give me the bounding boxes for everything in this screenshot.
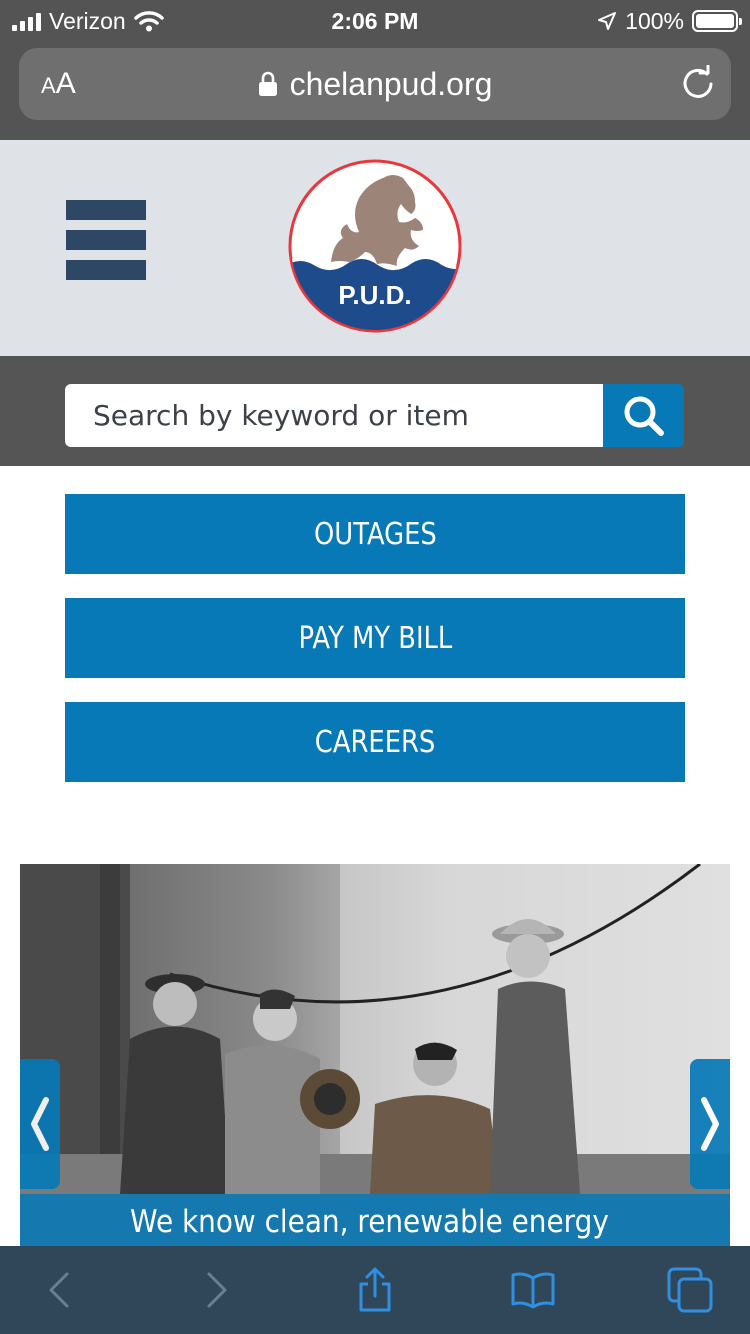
pay-my-bill-button[interactable]: PAY MY BILL xyxy=(65,598,685,678)
battery-icon xyxy=(692,10,742,32)
hero-slider[interactable]: We know clean, renewable energy xyxy=(20,864,730,1246)
battery-percent: 100% xyxy=(625,7,684,34)
share-icon xyxy=(359,1267,391,1312)
site-header: P.U.D. xyxy=(0,140,750,356)
location-arrow-icon xyxy=(598,12,617,30)
slider-prev-button[interactable] xyxy=(20,1059,60,1189)
pud-logo[interactable]: P.U.D. xyxy=(287,158,463,334)
status-right-group: 100% xyxy=(597,6,742,36)
tabs-icon xyxy=(667,1267,713,1313)
bookmarks-button[interactable] xyxy=(509,1266,557,1314)
lock-icon xyxy=(258,71,277,96)
search-strip xyxy=(0,356,750,466)
reload-icon[interactable] xyxy=(679,65,717,103)
careers-button[interactable]: CAREERS xyxy=(65,702,685,782)
outages-button[interactable]: OUTAGES xyxy=(65,494,685,574)
search-icon xyxy=(624,396,664,436)
forward-icon xyxy=(207,1272,227,1308)
search-input[interactable] xyxy=(65,384,605,447)
hero-photo xyxy=(20,864,730,1246)
address-bar[interactable]: AA chelanpud.org xyxy=(19,48,731,120)
share-button[interactable] xyxy=(351,1266,399,1314)
back-icon xyxy=(49,1272,69,1308)
battery-fill xyxy=(696,14,734,28)
search-button[interactable] xyxy=(603,384,684,447)
url-text: chelanpud.org xyxy=(289,65,493,102)
back-button[interactable] xyxy=(36,1266,84,1314)
tabs-button[interactable] xyxy=(666,1266,714,1314)
slider-caption: We know clean, renewable energy xyxy=(130,1204,609,1240)
browser-chrome-top: AA chelanpud.org xyxy=(0,40,750,140)
url-display[interactable]: chelanpud.org xyxy=(19,48,731,120)
slider-caption-bar: We know clean, renewable energy xyxy=(20,1194,730,1246)
chevron-left-icon xyxy=(31,1097,49,1151)
slider-next-button[interactable] xyxy=(690,1059,730,1189)
browser-toolbar xyxy=(0,1246,750,1334)
chevron-right-icon xyxy=(701,1097,719,1151)
bookmarks-icon xyxy=(511,1272,555,1309)
status-bar: Verizon 2:06 PM 100% xyxy=(0,0,750,40)
hamburger-menu-button[interactable] xyxy=(66,200,146,280)
logo-text: P.U.D. xyxy=(338,280,411,310)
forward-button[interactable] xyxy=(192,1266,240,1314)
